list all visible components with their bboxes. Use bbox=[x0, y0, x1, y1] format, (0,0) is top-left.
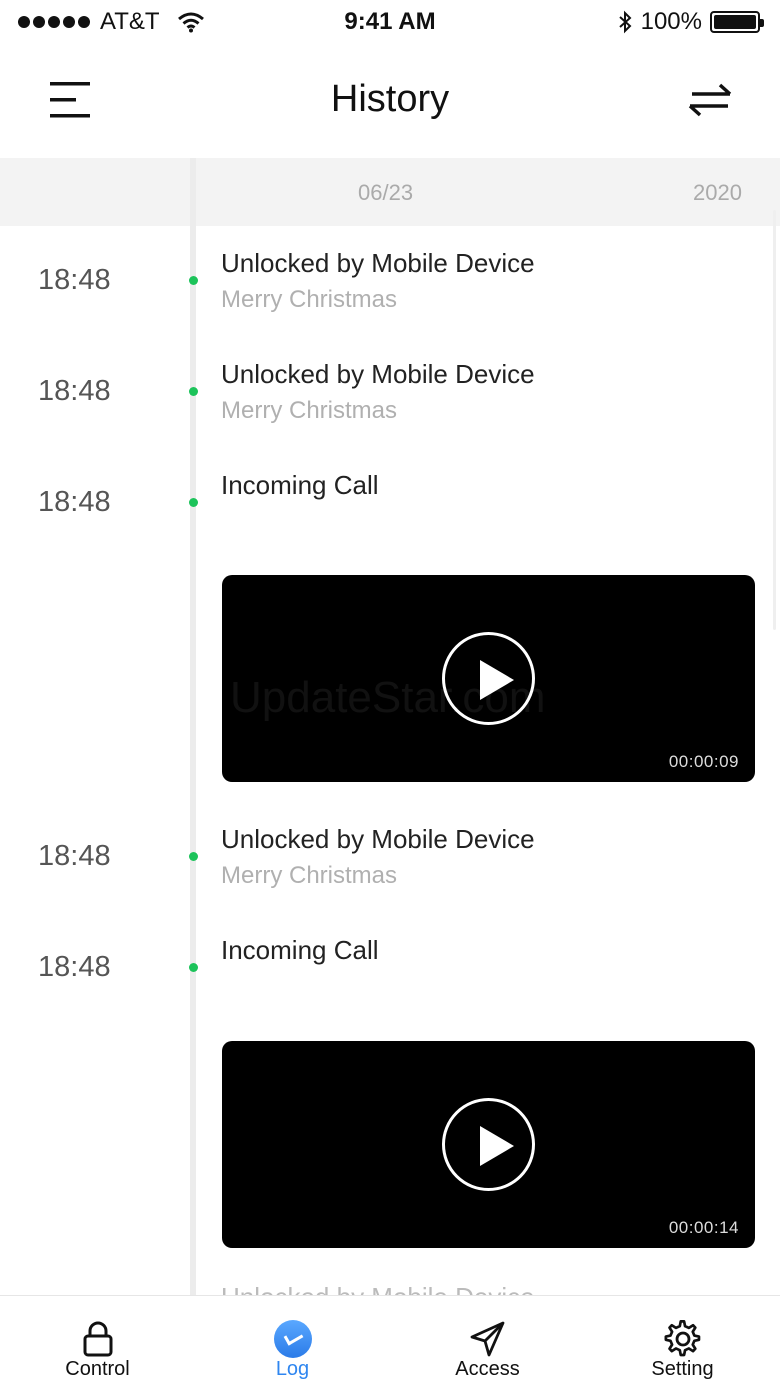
entry-subtitle: Merry Christmas bbox=[221, 862, 398, 889]
entry-time: 18:48 bbox=[38, 951, 111, 983]
timeline-dot bbox=[189, 852, 198, 861]
play-icon[interactable] bbox=[442, 1098, 535, 1191]
timeline-dot bbox=[189, 498, 198, 507]
date-header: 06/23 2020 bbox=[0, 158, 780, 226]
swap-arrows-icon[interactable] bbox=[680, 80, 740, 120]
entry-time: 18:48 bbox=[38, 264, 111, 296]
timeline-dot bbox=[189, 276, 198, 285]
tab-access[interactable]: Access bbox=[390, 1296, 585, 1387]
log-entry[interactable]: 18:48 Incoming Call 00:00:14 bbox=[0, 913, 780, 1253]
year-label: 2020 bbox=[693, 180, 742, 205]
tab-log[interactable]: Log bbox=[195, 1296, 390, 1387]
page-title: History bbox=[330, 78, 450, 120]
battery-icon bbox=[710, 11, 764, 33]
log-entry[interactable]: 18:48 Unlocked by Mobile Device Merry Ch… bbox=[0, 802, 780, 913]
nav-bar: History bbox=[0, 44, 780, 158]
entry-time: 18:48 bbox=[38, 375, 111, 407]
video-duration: 00:00:14 bbox=[668, 1218, 739, 1237]
log-entry[interactable]: 18:48 Unlocked by Mobile Device Merry Ch… bbox=[0, 226, 780, 337]
tab-label: Access bbox=[455, 1358, 520, 1380]
status-bar: AT&T 9:41 AM 100% bbox=[0, 0, 780, 44]
entry-title: Unlocked by Mobile Device bbox=[221, 824, 535, 854]
entry-subtitle: Merry Christmas bbox=[221, 397, 398, 424]
tab-label: Setting bbox=[651, 1358, 714, 1380]
log-entry[interactable]: 18:48 Incoming Call UpdateStar.com 00:00… bbox=[0, 448, 780, 788]
play-icon[interactable] bbox=[442, 632, 535, 725]
entry-title: Unlocked by Mobile Device bbox=[221, 359, 535, 389]
tab-control[interactable]: Control bbox=[0, 1296, 195, 1387]
video-thumbnail[interactable]: 00:00:14 bbox=[222, 1041, 755, 1248]
entry-time: 18:48 bbox=[38, 486, 111, 518]
video-thumbnail[interactable]: UpdateStar.com 00:00:09 bbox=[222, 575, 755, 782]
video-duration: 00:00:09 bbox=[668, 752, 739, 771]
paper-plane-icon bbox=[470, 1321, 504, 1357]
entry-title: Incoming Call bbox=[221, 935, 379, 965]
gear-icon bbox=[664, 1320, 700, 1357]
clock-icon bbox=[273, 1320, 312, 1358]
battery-percent: 100% bbox=[640, 8, 702, 35]
entry-time: 18:48 bbox=[38, 840, 111, 872]
entry-title: Incoming Call bbox=[221, 470, 379, 500]
log-entry[interactable]: 18:48 Unlocked by Mobile Device Merry Ch… bbox=[0, 337, 780, 448]
bluetooth-icon bbox=[618, 10, 632, 34]
tab-setting[interactable]: Setting bbox=[585, 1296, 780, 1387]
entry-subtitle: Merry Christmas bbox=[221, 286, 398, 313]
date-label: 06/23 bbox=[358, 180, 414, 205]
status-right: 100% bbox=[617, 8, 764, 36]
timeline-dot bbox=[189, 387, 198, 396]
tab-label: Log bbox=[275, 1358, 310, 1380]
lock-icon bbox=[83, 1321, 112, 1357]
partial-entry-title: Unlocked by Mobile Device bbox=[221, 1282, 535, 1296]
entry-title: Unlocked by Mobile Device bbox=[221, 248, 535, 278]
timeline-dot bbox=[189, 963, 198, 972]
tab-label: Control bbox=[65, 1358, 130, 1380]
tab-bar: Control Log Access Setting bbox=[0, 1295, 780, 1387]
